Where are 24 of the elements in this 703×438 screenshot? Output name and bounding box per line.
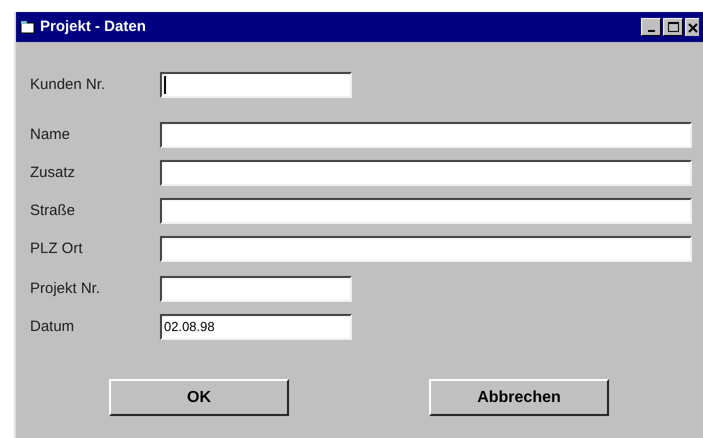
close-icon: [688, 22, 698, 32]
input-field[interactable]: [160, 122, 692, 148]
input-field[interactable]: [160, 236, 692, 262]
field-label: Zusatz: [30, 162, 76, 183]
input-field[interactable]: [160, 198, 692, 224]
folder-icon: [20, 20, 36, 34]
input-field[interactable]: [160, 72, 352, 98]
minimize-button[interactable]: [641, 18, 661, 36]
input-field[interactable]: [160, 276, 352, 302]
field-label: Datum: [30, 316, 76, 337]
close-button[interactable]: [685, 18, 699, 36]
input-field[interactable]: 02.08.98: [160, 314, 352, 340]
dialog-button[interactable]: OK: [109, 379, 289, 416]
field-label: Name: [30, 124, 72, 145]
field-label: Kunden Nr.: [30, 74, 106, 95]
field-label: Projekt Nr.: [30, 278, 102, 299]
input-field[interactable]: [160, 160, 692, 186]
field-label: PLZ Ort: [30, 238, 84, 259]
maximize-button[interactable]: [663, 18, 683, 36]
maximize-icon: [668, 22, 678, 32]
field-label: Straße: [30, 200, 76, 221]
dialog-button[interactable]: Abbrechen: [429, 379, 609, 416]
minimize-icon: [648, 30, 654, 32]
window-title: Projekt - Daten: [40, 16, 146, 37]
